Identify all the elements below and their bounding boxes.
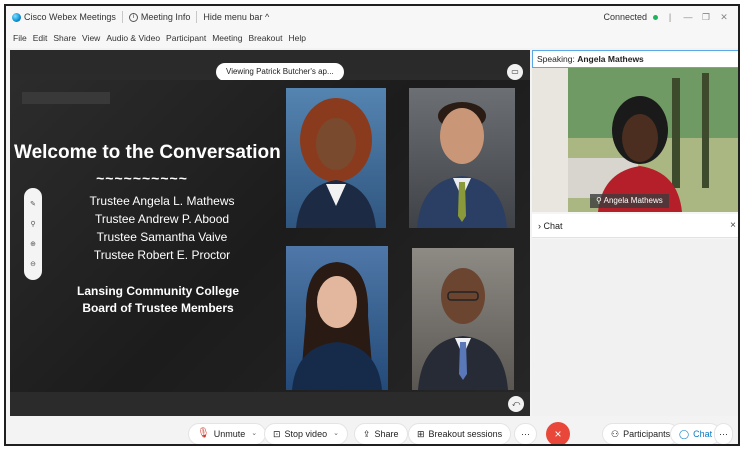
connection-status: Connected <box>603 12 647 22</box>
trustee-photo-vaive <box>286 246 388 390</box>
chevron-down-icon[interactable]: ⌄ <box>251 424 257 444</box>
title-bar: Cisco Webex Meetings i Meeting Info Hide… <box>6 6 738 28</box>
chevron-down-icon[interactable]: ⌄ <box>333 424 339 444</box>
trustee-photo-abood <box>409 88 515 228</box>
restore-icon[interactable]: ❐ <box>700 12 712 23</box>
end-meeting-button[interactable]: × <box>546 422 570 444</box>
divider-icon: | <box>668 12 672 22</box>
chat-panel-header[interactable]: › Chat × <box>532 214 738 238</box>
hide-menu-bar-button[interactable]: Hide menu bar ^ <box>197 12 275 22</box>
menu-edit[interactable]: Edit <box>30 33 51 43</box>
more-options-right-button[interactable]: ··· <box>714 423 733 444</box>
unmute-button[interactable]: 🎙 Unmute ⌄ <box>188 423 267 444</box>
menu-help[interactable]: Help <box>286 33 309 43</box>
trustee-photo-proctor <box>412 248 514 390</box>
chat-panel-body <box>532 239 738 416</box>
breakout-sessions-button[interactable]: ⊞ Breakout sessions <box>408 423 512 444</box>
participants-icon: ⚇ <box>611 429 620 439</box>
right-panel: Speaking: Angela Mathews ⚲ Angela Mathew… <box>532 50 738 416</box>
trustee-list: Trustee Angela L. Mathews Trustee Andrew… <box>62 192 262 264</box>
close-chat-icon[interactable]: × <box>730 214 736 238</box>
chat-panel-title: Chat <box>543 221 563 231</box>
menu-bar: File Edit Share View Audio & Video Parti… <box>6 28 738 48</box>
menu-meeting[interactable]: Meeting <box>209 33 245 43</box>
slide-title: Welcome to the Conversation <box>14 142 281 163</box>
mic-muted-icon: ⚲ <box>596 196 604 205</box>
video-camera-icon: ⊡ <box>273 429 281 439</box>
trustee-photo-mathews <box>286 88 386 228</box>
trustee-name: Trustee Andrew P. Abood <box>94 212 230 226</box>
menu-view[interactable]: View <box>79 33 103 43</box>
close-window-icon[interactable]: ✕ <box>718 12 730 23</box>
presentation-slide: Welcome to the Conversation ~~~~~~~~~~ T… <box>10 80 530 392</box>
connected-dot-icon <box>653 14 658 20</box>
trustee-name: Trustee Robert E. Proctor <box>93 248 231 262</box>
zoom-in-icon[interactable]: ⊕ <box>30 240 36 248</box>
speaker-video[interactable]: ⚲ Angela Mathews <box>532 68 738 212</box>
speaker-name: Angela Mathews <box>577 54 644 64</box>
microphone-muted-icon: 🎙 <box>197 428 210 439</box>
viewing-label[interactable]: Viewing Patrick Butcher's ap... <box>216 63 344 81</box>
menu-share[interactable]: Share <box>50 33 79 43</box>
meeting-controls: 🎙 Unmute ⌄ ⊡ Stop video ⌄ ⇪ Share ⊞ Brea… <box>6 418 738 444</box>
meeting-info-button[interactable]: i Meeting Info <box>123 12 197 22</box>
menu-participant[interactable]: Participant <box>163 33 209 43</box>
menu-breakout[interactable]: Breakout <box>245 33 285 43</box>
menu-audio-video[interactable]: Audio & Video <box>103 33 163 43</box>
minimize-icon[interactable]: — <box>682 12 694 22</box>
webex-window: Cisco Webex Meetings i Meeting Info Hide… <box>4 4 740 446</box>
annotation-toolbar: ✎ ⚲ ⊕ ⊖ <box>24 188 42 280</box>
chevron-right-icon: › <box>538 221 541 231</box>
breakout-icon: ⊞ <box>417 429 425 439</box>
annotate-icon[interactable]: ⚲ <box>30 220 35 228</box>
exit-full-screen-icon[interactable]: ⤺ <box>508 396 524 412</box>
participants-button[interactable]: ⚇ Participants <box>602 423 680 444</box>
shared-content-area: Viewing Patrick Butcher's ap... ▭ Welcom… <box>10 50 530 416</box>
app-title: Cisco Webex Meetings <box>6 12 122 22</box>
info-icon: i <box>128 12 138 22</box>
pointer-icon[interactable]: ✎ <box>30 200 36 208</box>
college-label: Lansing Community College Board of Trust… <box>76 284 239 315</box>
chat-bubble-icon: ◯ <box>679 429 690 439</box>
zoom-out-icon[interactable]: ⊖ <box>30 260 36 268</box>
trustee-name: Trustee Samantha Vaive <box>96 230 228 244</box>
share-button[interactable]: ⇪ Share <box>354 423 408 444</box>
speaker-name-tag: ⚲ Angela Mathews <box>590 194 669 208</box>
slide-logo <box>22 92 110 104</box>
app-name: Cisco Webex Meetings <box>24 12 116 22</box>
webex-logo-icon <box>12 12 21 22</box>
share-icon: ⇪ <box>363 429 371 439</box>
stop-video-button[interactable]: ⊡ Stop video ⌄ <box>264 423 348 444</box>
menu-file[interactable]: File <box>10 33 30 43</box>
active-speaker-bar: Speaking: Angela Mathews <box>532 50 738 68</box>
view-options-icon[interactable]: ▭ <box>507 64 523 80</box>
slide-divider: ~~~~~~~~~~ <box>96 170 188 186</box>
trustee-name: Trustee Angela L. Mathews <box>89 194 235 208</box>
more-options-button[interactable]: ··· <box>514 423 537 444</box>
